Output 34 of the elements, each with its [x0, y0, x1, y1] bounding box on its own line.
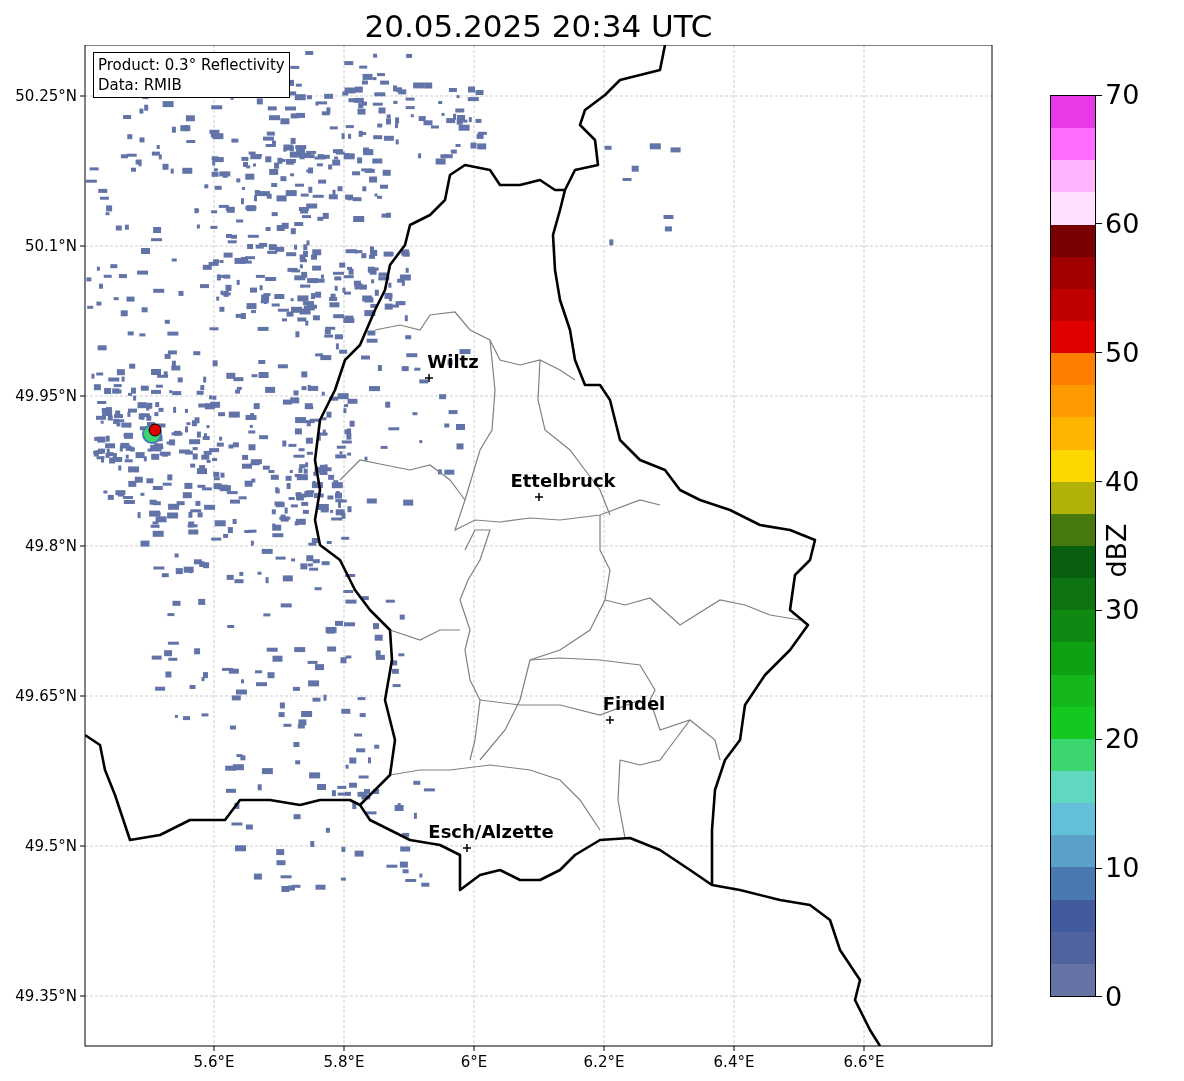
city-label: Esch/Alzette [428, 821, 554, 842]
longitude-label: 6.2°E [583, 1053, 625, 1071]
longitude-label: 6.6°E [843, 1053, 885, 1071]
city-label: Ettelbruck [510, 470, 616, 491]
latitude-label: 50.25°N [15, 87, 77, 105]
latitude-label: 49.5°N [24, 837, 77, 855]
city-label: Wiltz [427, 351, 479, 372]
longitude-label: 5.8°E [323, 1053, 365, 1071]
colorbar-unit-label: dBZ [1100, 523, 1132, 578]
colorbar-tick-label: 30 [1105, 596, 1140, 625]
longitude-label: 5.6°E [193, 1053, 235, 1071]
radar-site-icon [142, 423, 162, 444]
info-text: Product: 0.3° Reflectivity [98, 55, 285, 75]
city-marker-icon [462, 843, 472, 853]
latitude-label: 49.8°N [24, 537, 77, 555]
city-marker-icon [605, 715, 615, 725]
colorbar-tick-label: 70 [1105, 81, 1140, 109]
colorbar-tick-label: 10 [1105, 854, 1140, 883]
city-label: Findel [602, 693, 666, 714]
colorbar-tick-label: 60 [1105, 209, 1140, 238]
city-marker-icon [424, 373, 434, 383]
latitude-label: 49.35°N [15, 987, 77, 1005]
colorbar-tick-label: 20 [1105, 725, 1140, 754]
colorbar-tick-label: 40 [1105, 467, 1140, 496]
longitude-label: 6°E [460, 1053, 488, 1071]
latitude-label: 49.95°N [15, 387, 77, 405]
chart-title: 20.05.2025 20:34 UTC [363, 7, 714, 45]
info-text: Data: RMIB [98, 75, 183, 95]
colorbar-tick-label: 0 [1105, 982, 1123, 1011]
latitude-label: 50.1°N [24, 237, 77, 255]
longitude-label: 6.4°E [713, 1053, 755, 1071]
colorbar-tick-label: 50 [1105, 338, 1140, 367]
latitude-label: 49.65°N [15, 687, 77, 705]
city-marker-icon [534, 492, 544, 502]
